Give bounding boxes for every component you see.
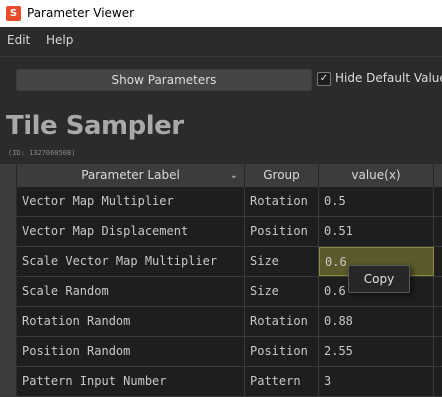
cell-parameter-label: Vector Map Displacement (17, 217, 245, 246)
header-handle (0, 164, 17, 187)
cell-group: Position (245, 337, 319, 366)
table-row[interactable]: Pattern Input Number Pattern 3 (0, 367, 442, 397)
node-id: (ID: 1327060508) (8, 149, 76, 157)
show-parameters-button[interactable]: Show Parameters (16, 69, 312, 91)
hide-default-values-label: Hide Default Values (335, 71, 442, 85)
row-handle[interactable] (0, 337, 17, 366)
cell-extra (434, 307, 442, 336)
node-title: Tile Sampler (6, 111, 184, 141)
cell-parameter-label: Rotation Random (17, 307, 245, 336)
cell-extra (434, 247, 442, 276)
header-value[interactable]: value(x) (319, 164, 434, 187)
cell-value[interactable]: 0.5 (319, 187, 434, 216)
menu-edit[interactable]: Edit (7, 33, 30, 48)
row-handle[interactable] (0, 217, 17, 246)
table-row[interactable]: Position Random Position 2.55 (0, 337, 442, 367)
header-group[interactable]: Group (245, 164, 319, 187)
cell-parameter-label: Scale Random (17, 277, 245, 306)
cell-group: Rotation (245, 307, 319, 336)
cell-group: Size (245, 247, 319, 276)
menu-bar: Edit Help (0, 27, 442, 54)
cell-value[interactable]: 0.88 (319, 307, 434, 336)
app-icon: S (6, 6, 21, 21)
table-row[interactable]: Vector Map Displacement Position 0.51 (0, 217, 442, 247)
cell-parameter-label: Position Random (17, 337, 245, 366)
header-extra (434, 164, 442, 187)
row-handle[interactable] (0, 277, 17, 306)
cell-extra (434, 217, 442, 246)
row-handle[interactable] (0, 367, 17, 396)
cell-extra (434, 367, 442, 396)
cell-group: Position (245, 217, 319, 246)
title-bar: S Parameter Viewer (0, 0, 442, 27)
cell-value[interactable]: 0.51 (319, 217, 434, 246)
table-header: Parameter Label ⌄ Group value(x) (0, 164, 442, 188)
context-menu-copy[interactable]: Copy (349, 266, 409, 292)
table-row[interactable]: Vector Map Multiplier Rotation 0.5 (0, 187, 442, 217)
hide-default-values-checkbox[interactable]: ✓ (317, 72, 331, 86)
header-parameter-label[interactable]: Parameter Label ⌄ (17, 164, 245, 187)
cell-extra (434, 337, 442, 366)
row-handle[interactable] (0, 247, 17, 276)
cell-parameter-label: Vector Map Multiplier (17, 187, 245, 216)
header-parameter-label-text: Parameter Label (81, 168, 180, 182)
menu-help[interactable]: Help (46, 33, 73, 48)
context-menu: Copy (348, 265, 410, 293)
window-title: Parameter Viewer (27, 6, 135, 20)
cell-group: Pattern (245, 367, 319, 396)
cell-parameter-label: Pattern Input Number (17, 367, 245, 396)
cell-parameter-label: Scale Vector Map Multiplier (17, 247, 245, 276)
cell-value[interactable]: 3 (319, 367, 434, 396)
cell-extra (434, 277, 442, 306)
row-handle[interactable] (0, 187, 17, 216)
menu-separator (0, 56, 442, 57)
cell-group: Size (245, 277, 319, 306)
cell-value[interactable]: 2.55 (319, 337, 434, 366)
row-handle[interactable] (0, 307, 17, 336)
table-row[interactable]: Rotation Random Rotation 0.88 (0, 307, 442, 337)
chevron-down-icon[interactable]: ⌄ (230, 164, 238, 187)
cell-extra (434, 187, 442, 216)
cell-group: Rotation (245, 187, 319, 216)
